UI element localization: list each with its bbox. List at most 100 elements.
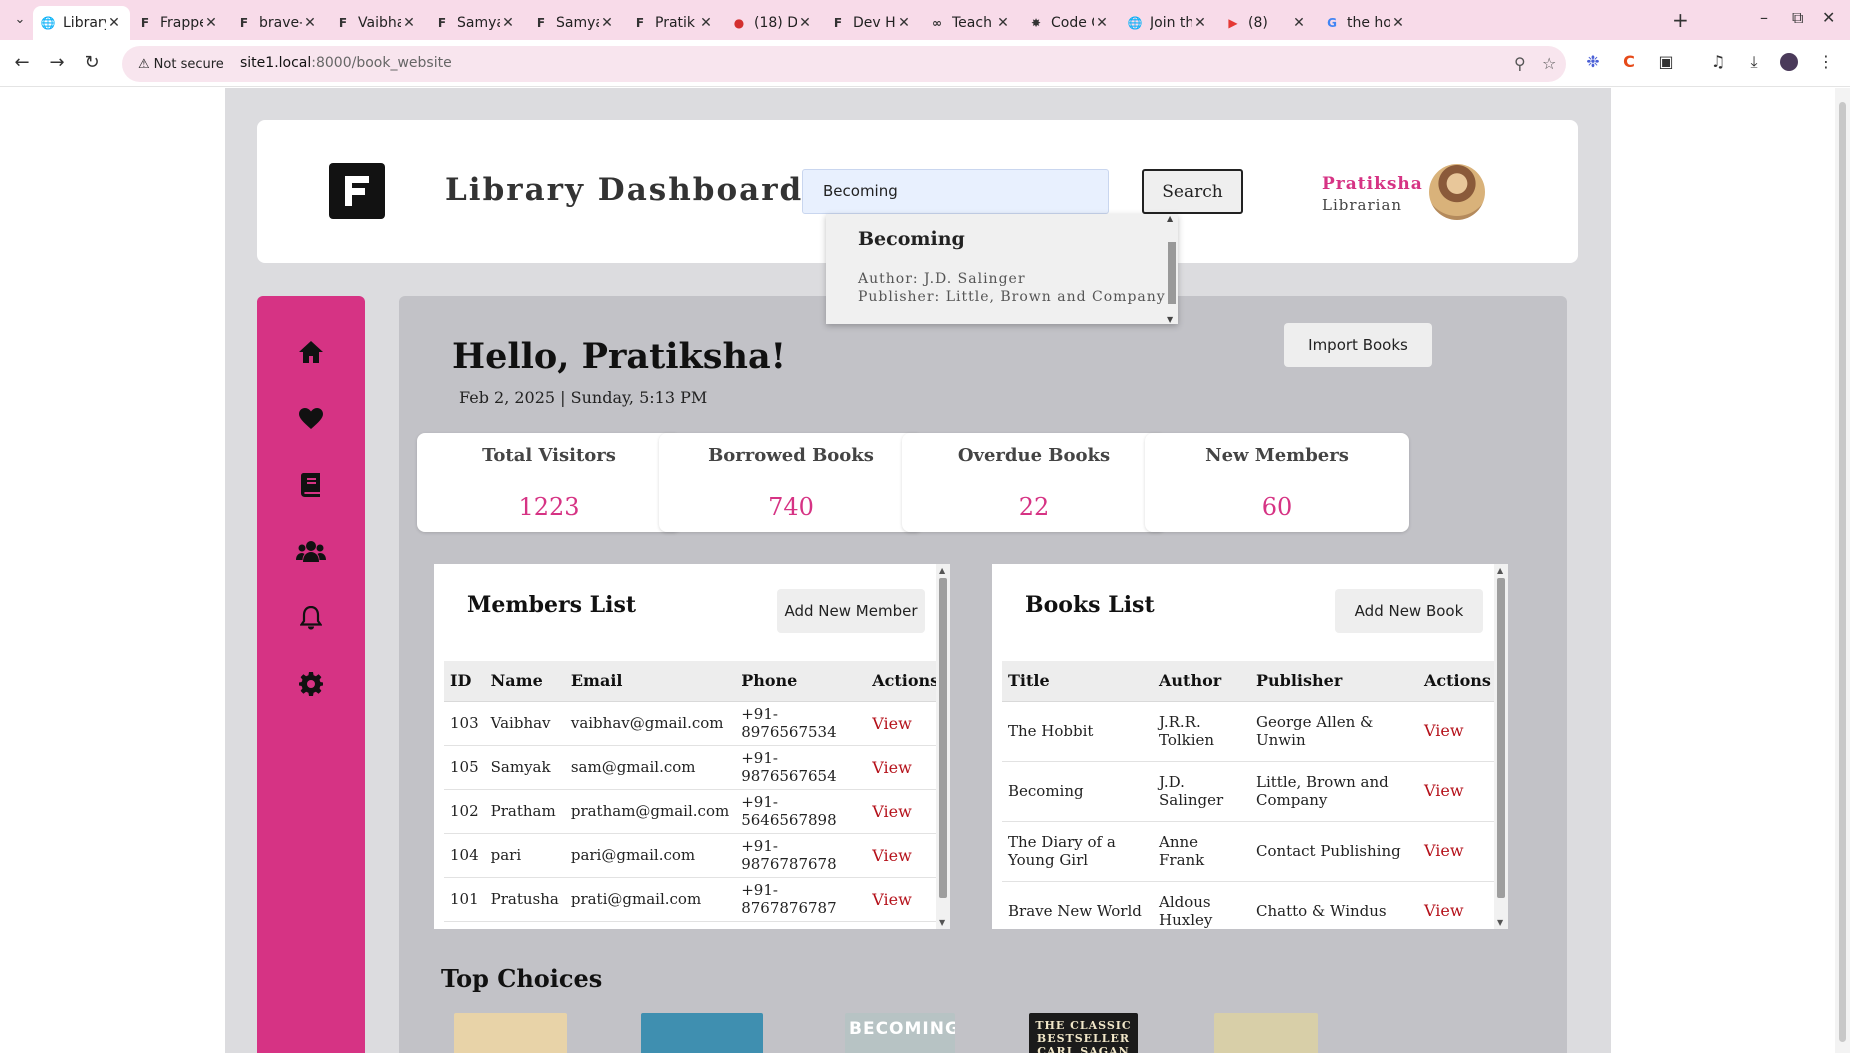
tab-title: Frappe [160, 15, 203, 31]
view-member-link[interactable]: View [872, 890, 912, 909]
browser-tab[interactable]: F Samya✕ [526, 6, 623, 40]
browser-toolbar: ← → ↻ ⚠ Not secure site1.local:8000/book… [0, 40, 1850, 87]
avatar[interactable] [1429, 164, 1485, 220]
browser-tab[interactable]: ▶ (8) ✕ [1218, 6, 1315, 40]
media-control-icon[interactable]: ♫ [1707, 51, 1729, 73]
reload-icon[interactable]: ↻ [80, 51, 104, 75]
users-icon[interactable] [293, 533, 329, 569]
tab-title: (18) Di [754, 15, 797, 31]
extensions-icon[interactable]: ▣ [1655, 51, 1677, 73]
member-id: 103 [444, 701, 485, 746]
browser-tab[interactable]: Fbrave-r✕ [229, 6, 326, 40]
browser-tab[interactable]: 🌐 Join th ✕ [1120, 6, 1216, 40]
close-tab-icon[interactable]: ✕ [500, 15, 516, 31]
browser-tab[interactable]: F Vaibha ✕ [328, 6, 425, 40]
minimize-icon[interactable]: – [1760, 8, 1768, 27]
browser-tab[interactable]: F Samya✕ [427, 6, 524, 40]
extension-puzzle-icon[interactable]: ❉ [1582, 51, 1604, 73]
search-suggestion-dropdown[interactable]: Becoming Author: J.D. Salinger Publisher… [826, 214, 1178, 324]
close-tab-icon[interactable]: ✕ [797, 15, 813, 31]
forward-icon[interactable]: → [45, 51, 69, 75]
bell-icon[interactable] [293, 600, 329, 636]
members-scrollbar[interactable]: ▲ ▼ [936, 564, 950, 929]
extension-c-icon[interactable]: C [1618, 51, 1640, 73]
frappe-icon: F [635, 16, 645, 30]
close-tab-icon[interactable]: ✕ [995, 15, 1011, 31]
book-cover[interactable] [641, 1013, 763, 1053]
view-member-link[interactable]: View [872, 802, 912, 821]
browser-tab[interactable]: F Frappe ✕ [130, 6, 227, 40]
close-tab-icon[interactable]: ✕ [1291, 15, 1307, 31]
page-title: Library Dashboard [445, 172, 804, 208]
close-tab-icon[interactable]: ✕ [1390, 15, 1406, 31]
browser-tab[interactable]: F Dev HI ✕ [823, 6, 920, 40]
close-tab-icon[interactable]: ✕ [1094, 15, 1110, 31]
close-tab-icon[interactable]: ✕ [1192, 15, 1208, 31]
import-books-button[interactable]: Import Books [1284, 323, 1432, 367]
page-scrollbar[interactable] [1835, 88, 1850, 1053]
globe-icon: 🌐 [40, 16, 56, 30]
browser-tab[interactable]: ∞ Teach ✕ [922, 6, 1019, 40]
restore-icon[interactable]: ⧉ [1792, 8, 1803, 28]
suggestion-title[interactable]: Becoming [858, 228, 965, 250]
book-cover[interactable]: THE CLASSIC BESTSELLER CARL SAGAN [1029, 1013, 1138, 1053]
book-cover[interactable]: BECOMING [845, 1013, 955, 1053]
book-title: The Diary of a Young Girl [1002, 821, 1153, 882]
google-icon: G [1327, 16, 1337, 30]
bookmark-star-icon[interactable]: ☆ [1542, 54, 1556, 73]
profile-icon[interactable] [1778, 51, 1800, 73]
close-tab-icon[interactable]: ✕ [401, 15, 417, 31]
frappe-logo-icon[interactable] [329, 163, 385, 219]
member-phone: +91-9876567654 [735, 745, 867, 790]
new-tab-button[interactable]: + [1672, 8, 1689, 32]
top-choices-title: Top Choices [441, 964, 603, 993]
heart-icon[interactable] [293, 401, 329, 437]
browser-tab[interactable]: ✸ Code C✕ [1021, 6, 1118, 40]
browser-tab[interactable]: Gthe ho ✕ [1317, 6, 1414, 40]
frappe-icon: F [536, 16, 546, 30]
book-icon[interactable] [293, 467, 329, 503]
view-book-link[interactable]: View [1424, 841, 1464, 860]
browser-tab[interactable]: ● (18) Di✕ [724, 6, 821, 40]
zoom-icon[interactable]: ⚲ [1514, 54, 1526, 73]
add-book-button[interactable]: Add New Book [1335, 589, 1483, 633]
column-header: Author [1153, 661, 1250, 702]
security-indicator[interactable]: ⚠ Not secure [130, 52, 232, 76]
close-tab-icon[interactable]: ✕ [302, 15, 318, 31]
download-icon[interactable]: ⤓ [1743, 51, 1765, 73]
address-bar[interactable]: ⚠ Not secure site1.local:8000/book_websi… [122, 46, 1566, 82]
view-book-link[interactable]: View [1424, 721, 1464, 740]
close-tab-icon[interactable]: ✕ [599, 15, 615, 31]
books-scrollbar[interactable]: ▲ ▼ [1494, 564, 1508, 929]
search-input[interactable]: Becoming [802, 169, 1109, 214]
table-row: Becoming J.D. Salinger Little, Brown and C… [1002, 761, 1497, 822]
url-text[interactable]: site1.local:8000/book_website [240, 55, 452, 71]
home-icon[interactable] [293, 334, 329, 370]
close-tab-icon[interactable]: ✕ [896, 15, 912, 31]
search-button[interactable]: Search [1142, 169, 1243, 214]
tab-search-button[interactable]: ⌄ [10, 10, 30, 30]
browser-tabstrip: ⌄ 🌐Library✕FFrappe✕Fbrave-r✕FVaibha✕FSam… [0, 0, 1850, 40]
view-cell: View [866, 789, 947, 834]
view-book-link[interactable]: View [1424, 781, 1464, 800]
suggestion-scrollbar[interactable]: ▲ ▼ [1166, 214, 1178, 324]
view-book-link[interactable]: View [1424, 901, 1464, 920]
view-member-link[interactable]: View [872, 846, 912, 865]
browser-menu-icon[interactable]: ⋮ [1815, 51, 1837, 73]
book-cover[interactable] [454, 1013, 567, 1053]
view-member-link[interactable]: View [872, 758, 912, 777]
page-scrollbar-thumb[interactable] [1839, 102, 1846, 1042]
browser-tab[interactable]: 🌐 Library✕ [33, 6, 130, 40]
close-tab-icon[interactable]: ✕ [698, 15, 714, 31]
close-window-icon[interactable]: ✕ [1822, 8, 1835, 27]
back-icon[interactable]: ← [10, 51, 34, 75]
add-member-button[interactable]: Add New Member [777, 589, 925, 633]
gear-icon[interactable] [293, 666, 329, 702]
browser-tab[interactable]: F Pratik ✕ [625, 6, 722, 40]
close-tab-icon[interactable]: ✕ [203, 15, 219, 31]
book-cover[interactable] [1214, 1013, 1318, 1053]
close-tab-icon[interactable]: ✕ [106, 15, 122, 31]
view-member-link[interactable]: View [872, 714, 912, 733]
table-row: 104 pari pari@gmail.com +91-9876787678 View [444, 833, 947, 878]
member-name: Pratham [484, 789, 565, 834]
